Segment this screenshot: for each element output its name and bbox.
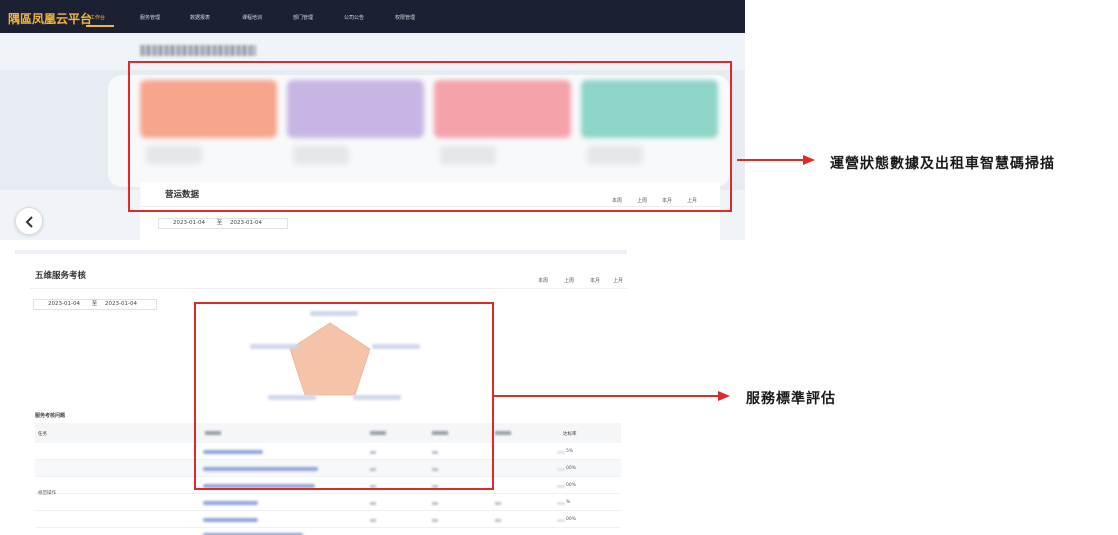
eval-date-separator: 至 bbox=[91, 301, 98, 307]
rate-bar bbox=[557, 451, 565, 454]
company-name-blurred bbox=[140, 45, 256, 56]
rate-bar bbox=[557, 502, 565, 505]
service-issues-title: 服务考核问题 bbox=[35, 413, 66, 419]
ops-date-separator: 至 bbox=[216, 220, 223, 226]
active-nav-indicator bbox=[86, 25, 114, 27]
nav-item-company-notice[interactable]: 公司公告 bbox=[344, 14, 364, 21]
task-link[interactable] bbox=[203, 518, 258, 522]
rate-value: % bbox=[566, 500, 571, 505]
table-row bbox=[35, 511, 621, 528]
eval-tab-last-month[interactable]: 上月 bbox=[613, 277, 623, 284]
rate-bar bbox=[557, 468, 565, 471]
rate-value: 00% bbox=[566, 483, 577, 488]
cell-value bbox=[432, 519, 438, 522]
nav-item-permission-management[interactable]: 权限管理 bbox=[395, 14, 415, 21]
eval-tab-last-week[interactable]: 上周 bbox=[564, 277, 574, 284]
eval-date-start: 2023-01-04 bbox=[48, 301, 80, 307]
annotation-arrow-top-head bbox=[803, 155, 815, 165]
eval-tab-this-month[interactable]: 本月 bbox=[590, 277, 600, 284]
rate-bar bbox=[557, 485, 565, 488]
rate-value: 00% bbox=[566, 517, 577, 522]
rate-value: 5% bbox=[566, 449, 574, 454]
chevron-left-icon bbox=[25, 216, 33, 228]
nav-item-service-management[interactable]: 服务管理 bbox=[140, 14, 160, 21]
ops-date-start: 2023-01-04 bbox=[173, 220, 205, 226]
annotation-arrow-bottom-head bbox=[718, 391, 730, 401]
back-button[interactable] bbox=[15, 207, 43, 235]
eval-date-end: 2023-01-04 bbox=[104, 301, 137, 307]
highlight-box-operations bbox=[128, 61, 732, 212]
eval-date-range[interactable]: 2023-01-04 至 2023-01-04 bbox=[33, 299, 157, 310]
table-header-category: 任务 bbox=[38, 432, 47, 437]
annotation-top-label: 運營狀態數據及出租車智慧碼掃描 bbox=[830, 156, 1055, 172]
cell-value bbox=[370, 502, 376, 505]
evaluation-divider bbox=[30, 288, 627, 289]
brand-title: 隅區凤凰云平台 bbox=[8, 12, 93, 26]
cell-value bbox=[432, 502, 438, 505]
annotation-arrow-top-line bbox=[737, 159, 805, 161]
nav-item-data-reports[interactable]: 数据报表 bbox=[190, 14, 210, 21]
top-navbar: 隅區凤凰云平台 工作台 服务管理 数据报表 课程培训 部门管理 公司公告 权限管… bbox=[0, 0, 745, 33]
rate-bar bbox=[557, 519, 565, 522]
annotation-bottom-label: 服務標準評估 bbox=[746, 391, 836, 407]
nav-item-course-training[interactable]: 课程培训 bbox=[242, 14, 262, 21]
ops-date-range[interactable]: 2023-01-04 至 2023-01-04 bbox=[158, 218, 288, 229]
cell-value bbox=[495, 502, 501, 505]
cell-value bbox=[495, 519, 501, 522]
table-header-col-5 bbox=[495, 431, 511, 435]
table-row bbox=[35, 494, 621, 511]
cell-value bbox=[370, 519, 376, 522]
table-row bbox=[35, 528, 621, 535]
nav-item-workbench[interactable]: 工作台 bbox=[90, 14, 105, 21]
nav-item-department-management[interactable]: 部门管理 bbox=[293, 14, 313, 21]
highlight-box-evaluation bbox=[194, 302, 494, 490]
ops-date-end: 2023-01-04 bbox=[229, 220, 262, 226]
table-header-rate: 达标率 bbox=[563, 432, 577, 437]
rate-value: 00% bbox=[566, 466, 577, 471]
task-link[interactable] bbox=[203, 501, 258, 505]
eval-tab-this-week[interactable]: 本周 bbox=[538, 277, 548, 284]
evaluation-title: 五维服务考核 bbox=[35, 271, 87, 281]
row-group-standard-operation: 规范操作 bbox=[38, 491, 56, 496]
annotation-arrow-bottom-line bbox=[494, 395, 720, 397]
